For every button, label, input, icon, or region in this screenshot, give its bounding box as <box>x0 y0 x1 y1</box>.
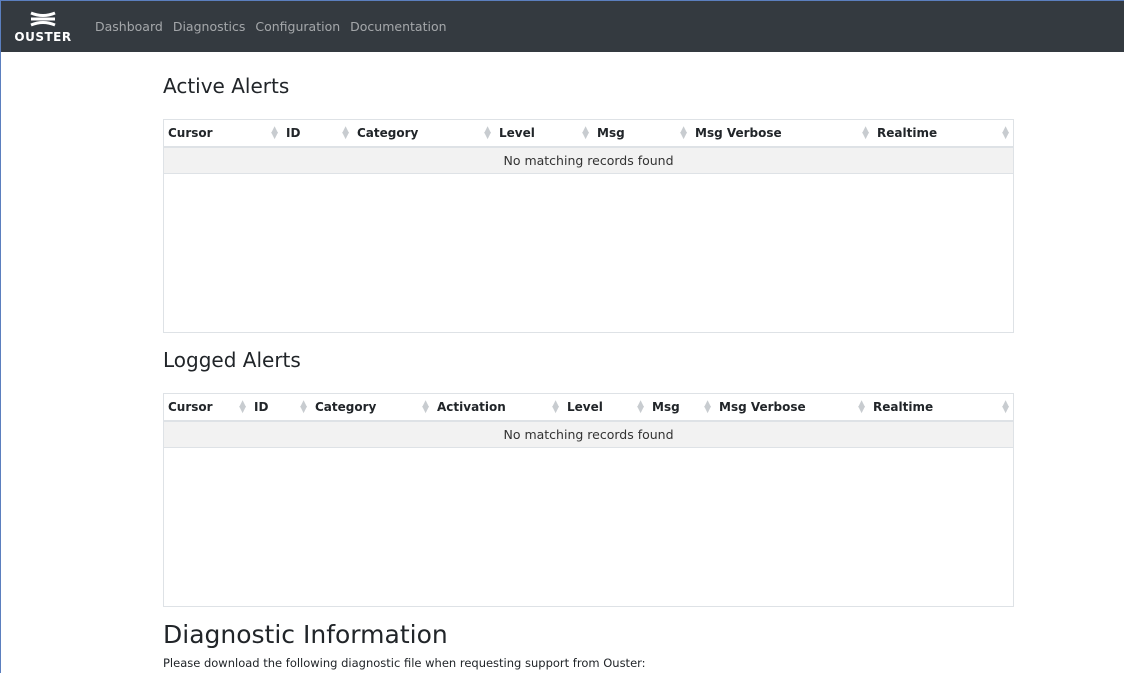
column-header-category[interactable]: Category ▲ ▼ <box>353 120 495 148</box>
logged-alerts-title: Logged Alerts <box>163 348 301 372</box>
sort-icon: ▲ ▼ <box>484 125 491 141</box>
table-header-row: Cursor ▲ ▼ ID ▲ ▼ Category ▲ ▼ Level ▲ ▼ Msg ▲ ▼ M… <box>164 120 1013 148</box>
sort-icon: ▲ ▼ <box>300 399 307 415</box>
sort-icon: ▲ ▼ <box>342 125 349 141</box>
column-header-realtime[interactable]: Realtime ▲ ▼ <box>873 120 1013 148</box>
table-row-empty: No matching records found <box>164 147 1013 174</box>
nav-link-configuration[interactable]: Configuration <box>255 19 340 34</box>
column-header-id[interactable]: ID ▲ ▼ <box>282 120 353 148</box>
sort-icon: ▲ ▼ <box>1002 399 1009 415</box>
top-navbar: OUSTER Dashboard Diagnostics Configurati… <box>1 1 1124 52</box>
column-header-msg[interactable]: Msg ▲ ▼ <box>648 394 715 422</box>
sort-icon: ▲ ▼ <box>680 125 687 141</box>
sort-icon: ▲ ▼ <box>862 125 869 141</box>
column-header-msg-verbose[interactable]: Msg Verbose ▲ ▼ <box>715 394 869 422</box>
ouster-logo-icon <box>30 11 56 26</box>
column-header-activation[interactable]: Activation ▲ ▼ <box>433 394 563 422</box>
active-alerts-title: Active Alerts <box>163 74 290 98</box>
sort-icon: ▲ ▼ <box>582 125 589 141</box>
diagnostic-title: Diagnostic Information <box>163 620 448 649</box>
brand-logo[interactable]: OUSTER <box>1 1 85 52</box>
empty-message: No matching records found <box>164 421 1013 448</box>
table-row-empty: No matching records found <box>164 421 1013 448</box>
sort-icon: ▲ ▼ <box>239 399 246 415</box>
empty-message: No matching records found <box>164 147 1013 174</box>
column-header-category[interactable]: Category ▲ ▼ <box>311 394 433 422</box>
column-header-cursor[interactable]: Cursor ▲ ▼ <box>164 394 250 422</box>
nav-link-dashboard[interactable]: Dashboard <box>95 19 163 34</box>
nav-link-diagnostics[interactable]: Diagnostics <box>173 19 246 34</box>
column-header-msg[interactable]: Msg ▲ ▼ <box>593 120 691 148</box>
brand-text: OUSTER <box>14 29 72 44</box>
column-header-cursor[interactable]: Cursor ▲ ▼ <box>164 120 282 148</box>
sort-icon: ▲ ▼ <box>422 399 429 415</box>
active-alerts-table: Cursor ▲ ▼ ID ▲ ▼ Category ▲ ▼ Level ▲ ▼ Msg ▲ ▼ M… <box>163 119 1014 333</box>
column-header-level[interactable]: Level ▲ ▼ <box>563 394 648 422</box>
nav-link-documentation[interactable]: Documentation <box>350 19 446 34</box>
sort-icon: ▲ ▼ <box>1002 125 1009 141</box>
sort-icon: ▲ ▼ <box>271 125 278 141</box>
diagnostic-description: Please download the following diagnostic… <box>163 656 646 670</box>
column-header-level[interactable]: Level ▲ ▼ <box>495 120 593 148</box>
sort-icon: ▲ ▼ <box>704 399 711 415</box>
sort-icon: ▲ ▼ <box>858 399 865 415</box>
table-header-row: Cursor ▲ ▼ ID ▲ ▼ Category ▲ ▼ Activation ▲ ▼ Le… <box>164 394 1013 422</box>
sort-icon: ▲ ▼ <box>552 399 559 415</box>
column-header-msg-verbose[interactable]: Msg Verbose ▲ ▼ <box>691 120 873 148</box>
sort-icon: ▲ ▼ <box>637 399 644 415</box>
nav-links: Dashboard Diagnostics Configuration Docu… <box>95 19 457 34</box>
logged-alerts-table: Cursor ▲ ▼ ID ▲ ▼ Category ▲ ▼ Activation ▲ ▼ Le… <box>163 393 1014 607</box>
column-header-realtime[interactable]: Realtime ▲ ▼ <box>869 394 1013 422</box>
column-header-id[interactable]: ID ▲ ▼ <box>250 394 311 422</box>
